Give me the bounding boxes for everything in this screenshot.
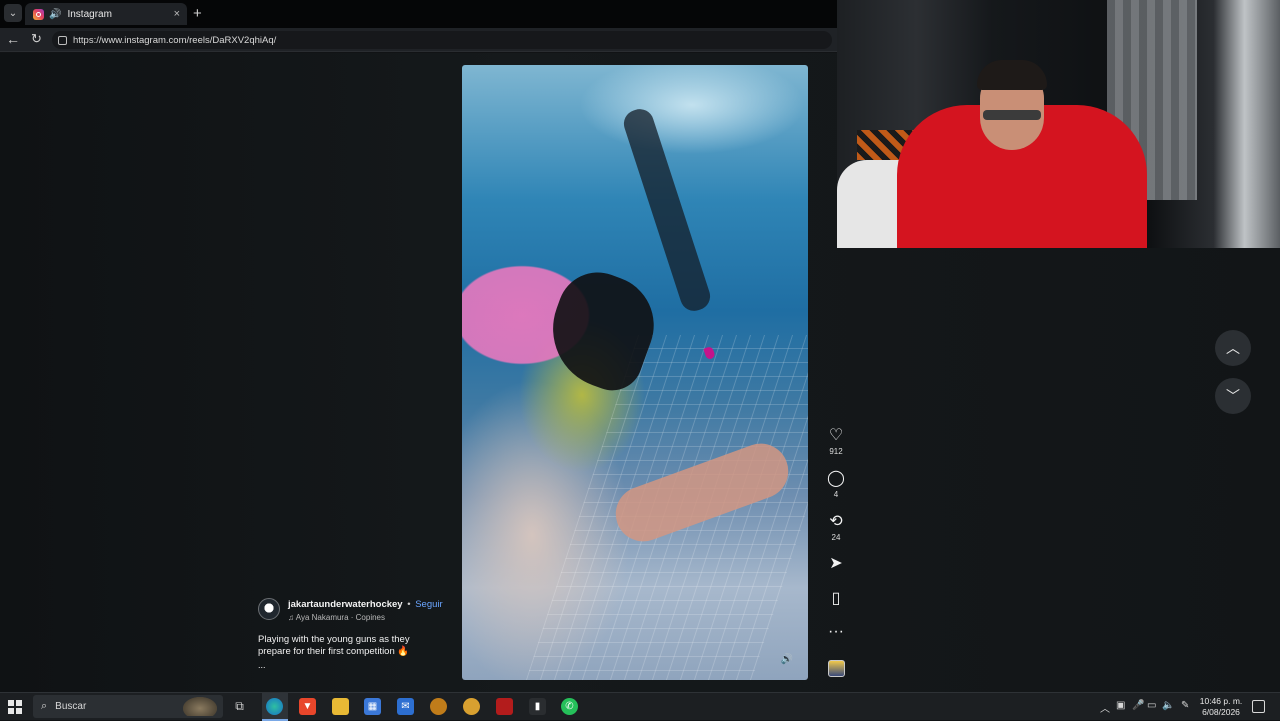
mail-icon[interactable]: ✉ xyxy=(397,698,414,715)
audio-mixer-icon[interactable]: ▮ xyxy=(529,698,546,715)
whatsapp-icon[interactable]: ✆ xyxy=(561,698,578,715)
send-button[interactable]: ➤ xyxy=(820,555,852,573)
comment-icon: ◯ xyxy=(827,470,845,487)
tray-app-icon[interactable]: ▣ xyxy=(1116,700,1125,711)
address-bar: ← ↻ https://www.instagram.com/reels/DaRX… xyxy=(0,28,837,52)
back-icon[interactable]: ← xyxy=(6,31,20,47)
voice-app-icon[interactable] xyxy=(496,698,513,715)
brave-browser-icon[interactable]: ▼ xyxy=(299,698,316,715)
file-explorer-icon[interactable] xyxy=(332,698,349,715)
comment-count: 4 xyxy=(833,490,839,499)
audio-track-label: Aya Nakamura · Copines xyxy=(295,613,386,622)
clock-date: 6/08/2026 xyxy=(1202,707,1240,717)
bookmark-icon: ▯ xyxy=(831,590,841,607)
diver-figure xyxy=(620,105,714,315)
like-button[interactable]: ♡ 912 xyxy=(820,427,852,457)
task-view-icon[interactable]: ⧉ xyxy=(231,698,248,715)
chevron-up-icon: ︿ xyxy=(1226,340,1240,356)
edge-browser-icon[interactable] xyxy=(266,698,283,715)
separator: • xyxy=(407,599,411,610)
more-icon: ··· xyxy=(828,623,844,640)
close-tab-icon[interactable]: × xyxy=(174,8,180,20)
search-icon: ⌕ xyxy=(41,700,48,712)
next-reel-button[interactable]: ﹀ xyxy=(1215,378,1251,414)
taskbar-search[interactable]: ⌕ Buscar xyxy=(33,695,223,718)
avatar[interactable] xyxy=(258,598,280,620)
username-link[interactable]: jakartaunderwaterhockey xyxy=(288,599,403,610)
url-field[interactable]: https://www.instagram.com/reels/DaRXV2qh… xyxy=(52,31,832,49)
repost-icon: ⟲ xyxy=(829,513,843,530)
shield-app-icon[interactable] xyxy=(430,698,447,715)
pen-icon[interactable]: ✎ xyxy=(1181,700,1189,711)
chevron-down-icon: ﹀ xyxy=(1226,388,1240,404)
heart-icon: ♡ xyxy=(828,427,844,444)
tray-chevron-up-icon[interactable]: ︿ xyxy=(1100,700,1110,715)
tab-title: Instagram xyxy=(67,8,112,20)
reload-icon[interactable]: ↻ xyxy=(31,31,42,47)
volume-icon[interactable]: 🔈 xyxy=(1162,700,1174,711)
instagram-icon xyxy=(33,8,44,20)
clock-time: 10:46 p. m. xyxy=(1199,696,1243,706)
music-note-icon: ♫ xyxy=(288,613,294,622)
site-info-icon[interactable] xyxy=(58,35,67,45)
follow-button[interactable]: Seguir xyxy=(415,599,442,610)
notifications-icon[interactable] xyxy=(1252,700,1265,713)
url-text: https://www.instagram.com/reels/DaRXV2qh… xyxy=(73,34,277,46)
like-count: 912 xyxy=(829,447,843,456)
search-highlight-image xyxy=(183,697,217,716)
repost-button[interactable]: ⟲ 24 xyxy=(820,513,852,543)
send-icon: ➤ xyxy=(829,555,843,572)
more-options-button[interactable]: ··· xyxy=(820,623,852,641)
browser-tab-bar: ⌄ 🔊 Instagram × + xyxy=(0,0,837,28)
network-icon[interactable]: ▭ xyxy=(1147,700,1156,711)
audio-thumbnail[interactable] xyxy=(828,660,845,677)
speaker-icon[interactable]: 🔊 xyxy=(780,652,794,666)
cursor-app-icon[interactable] xyxy=(463,698,480,715)
webcam-person-glasses xyxy=(983,110,1041,120)
windows-start-icon[interactable] xyxy=(8,700,22,714)
search-placeholder: Buscar xyxy=(55,701,87,712)
tab-instagram[interactable]: 🔊 Instagram × xyxy=(25,3,187,25)
speaker-icon[interactable]: 🔊 xyxy=(49,9,61,20)
webcam-person-hair xyxy=(977,60,1047,90)
windows-taskbar: ⌕ Buscar ⧉ ▼ ▦ ✉ ▮ ✆ ︿ ▣ 🎤 ▭ 🔈 ✎ 10:46 p… xyxy=(0,692,1280,721)
system-clock[interactable]: 10:46 p. m. 6/08/2026 xyxy=(1196,696,1246,718)
new-tab-plus-icon[interactable]: + xyxy=(193,5,202,22)
caption-text: Playing with the young guns as they prep… xyxy=(258,634,410,657)
audio-track[interactable]: ♫ Aya Nakamura · Copines xyxy=(288,613,385,622)
microphone-icon[interactable]: 🎤 xyxy=(1132,700,1144,711)
reel-video[interactable]: 🔊 xyxy=(462,65,808,680)
comment-button[interactable]: ◯ 4 xyxy=(820,470,852,500)
save-button[interactable]: ▯ xyxy=(820,590,852,608)
previous-reel-button[interactable]: ︿ xyxy=(1215,330,1251,366)
tab-menu-chevron-down-icon[interactable]: ⌄ xyxy=(4,4,22,22)
store-icon[interactable]: ▦ xyxy=(364,698,381,715)
webcam-overlay xyxy=(837,0,1280,248)
caption-more[interactable]: ... xyxy=(258,660,266,670)
user-line: jakartaunderwaterhockey • Seguir xyxy=(288,599,443,610)
repost-count: 24 xyxy=(831,533,841,542)
